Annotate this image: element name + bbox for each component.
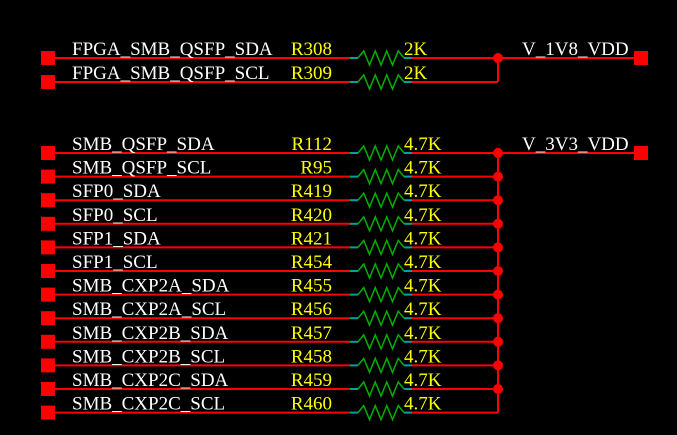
resistor-designator: R456 <box>291 299 332 320</box>
resistor-symbol[interactable] <box>357 356 405 375</box>
resistor-designator: R454 <box>291 252 333 273</box>
net-label: FPGA_SMB_QSFP_SCL <box>72 63 269 84</box>
power-rail-label: V_3V3_VDD <box>522 134 629 155</box>
net-label: SMB_CXP2A_SCL <box>72 299 226 320</box>
net-label: SMB_CXP2A_SDA <box>72 276 230 297</box>
net-label: SMB_CXP2B_SCL <box>72 346 225 367</box>
resistor-symbol[interactable] <box>357 285 405 304</box>
schematic-canvas: FPGA_SMB_QSFP_SDA R308 2K FPGA_SMB_QSFP_SCL… <box>0 0 677 435</box>
resistor-value: 4.7K <box>404 370 442 391</box>
resistor-value: 2K <box>404 39 428 60</box>
resistor-symbol[interactable] <box>357 403 405 422</box>
power-port-pad[interactable] <box>634 51 648 65</box>
resistor-value: 4.7K <box>404 228 442 249</box>
resistor-value: 4.7K <box>404 346 442 367</box>
net-label: SFP0_SDA <box>72 181 161 202</box>
resistor-designator: R455 <box>291 276 332 297</box>
resistor-symbol[interactable] <box>357 191 405 210</box>
net-label: SMB_CXP2C_SCL <box>72 394 225 415</box>
resistor-value: 4.7K <box>404 394 442 415</box>
resistor-symbol[interactable] <box>357 73 405 91</box>
net-label: SMB_CXP2B_SDA <box>72 323 229 344</box>
power-rail-label: V_1V8_VDD <box>522 39 629 60</box>
resistor-symbol[interactable] <box>357 214 405 233</box>
resistor-value: 4.7K <box>404 134 442 155</box>
resistor-designator: R112 <box>292 134 332 155</box>
resistor-value: 4.7K <box>404 299 442 320</box>
resistor-symbol[interactable] <box>357 309 405 328</box>
resistor-designator: R95 <box>300 158 332 179</box>
resistor-designator: R459 <box>291 370 332 391</box>
pullup-resistor-schematic: FPGA_SMB_QSFP_SDA R308 2K FPGA_SMB_QSFP_SCL… <box>41 39 648 422</box>
net-label: SFP1_SDA <box>72 228 161 249</box>
resistor-designator: R309 <box>291 63 332 84</box>
resistor-designator: R421 <box>291 228 332 249</box>
net-label: FPGA_SMB_QSFP_SDA <box>72 39 273 60</box>
resistor-designator: R460 <box>291 394 332 415</box>
resistor-value: 4.7K <box>404 276 442 297</box>
resistor-value: 4.7K <box>404 252 442 273</box>
resistor-value: 4.7K <box>404 158 442 179</box>
power-port-pad[interactable] <box>634 146 648 160</box>
resistor-designator: R419 <box>291 181 332 202</box>
resistor-designator: R308 <box>291 39 332 60</box>
resistor-value: 4.7K <box>404 205 442 226</box>
resistor-designator: R457 <box>291 323 332 344</box>
resistor-symbol[interactable] <box>357 238 405 257</box>
resistor-symbol[interactable] <box>357 262 405 280</box>
resistor-designator: R458 <box>291 346 332 367</box>
resistor-value: 4.7K <box>404 181 442 202</box>
resistor-symbol[interactable] <box>357 49 405 67</box>
net-label: SFP0_SCL <box>72 205 158 226</box>
net-label: SMB_QSFP_SDA <box>72 134 215 155</box>
resistor-symbol[interactable] <box>357 380 405 398</box>
resistor-value: 4.7K <box>404 323 442 344</box>
net-label: SFP1_SCL <box>72 252 158 273</box>
net-label: SMB_CXP2C_SDA <box>72 370 229 391</box>
net-label: SMB_QSFP_SCL <box>72 158 211 179</box>
resistor-value: 2K <box>404 63 428 84</box>
resistor-symbol[interactable] <box>357 332 405 351</box>
resistor-symbol[interactable] <box>357 144 405 162</box>
resistor-designator: R420 <box>291 205 332 226</box>
resistor-symbol[interactable] <box>357 167 405 186</box>
